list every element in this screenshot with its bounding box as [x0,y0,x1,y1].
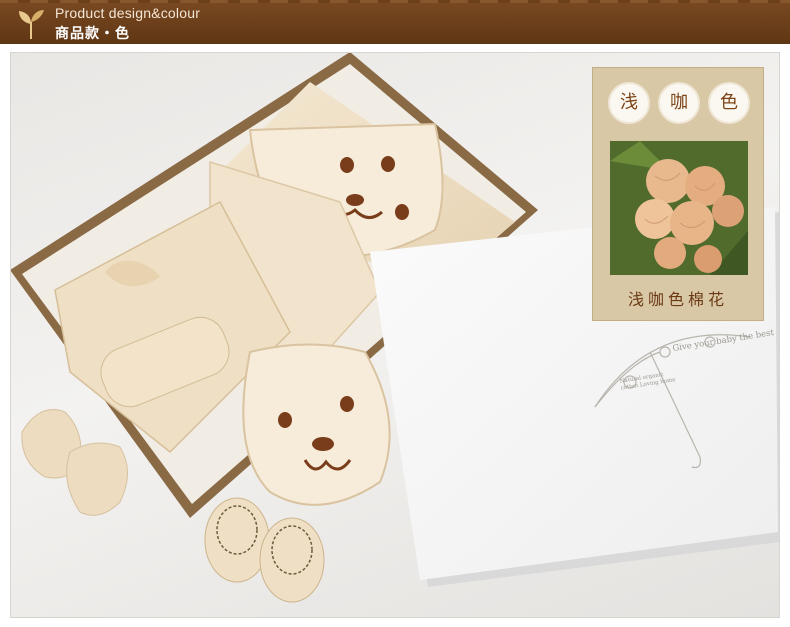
badge-caption: 浅咖色棉花 [627,290,728,309]
cotton-boll-photo [610,141,748,275]
cotton-color-badge: 浅 咖 色 浅咖色棉花 [592,67,764,321]
header-title-cn: 商品款・色 [55,25,130,41]
header-texture [0,0,790,3]
sprout-leaf-icon [19,10,44,39]
badge-char-3: 色 [708,82,750,124]
section-header: Product design&colour 商品款・色 [0,0,790,44]
badge-char-2: 咖 [658,82,700,124]
badge-char-1: 浅 [608,82,650,124]
header-title-en: Product design&colour [55,5,201,21]
